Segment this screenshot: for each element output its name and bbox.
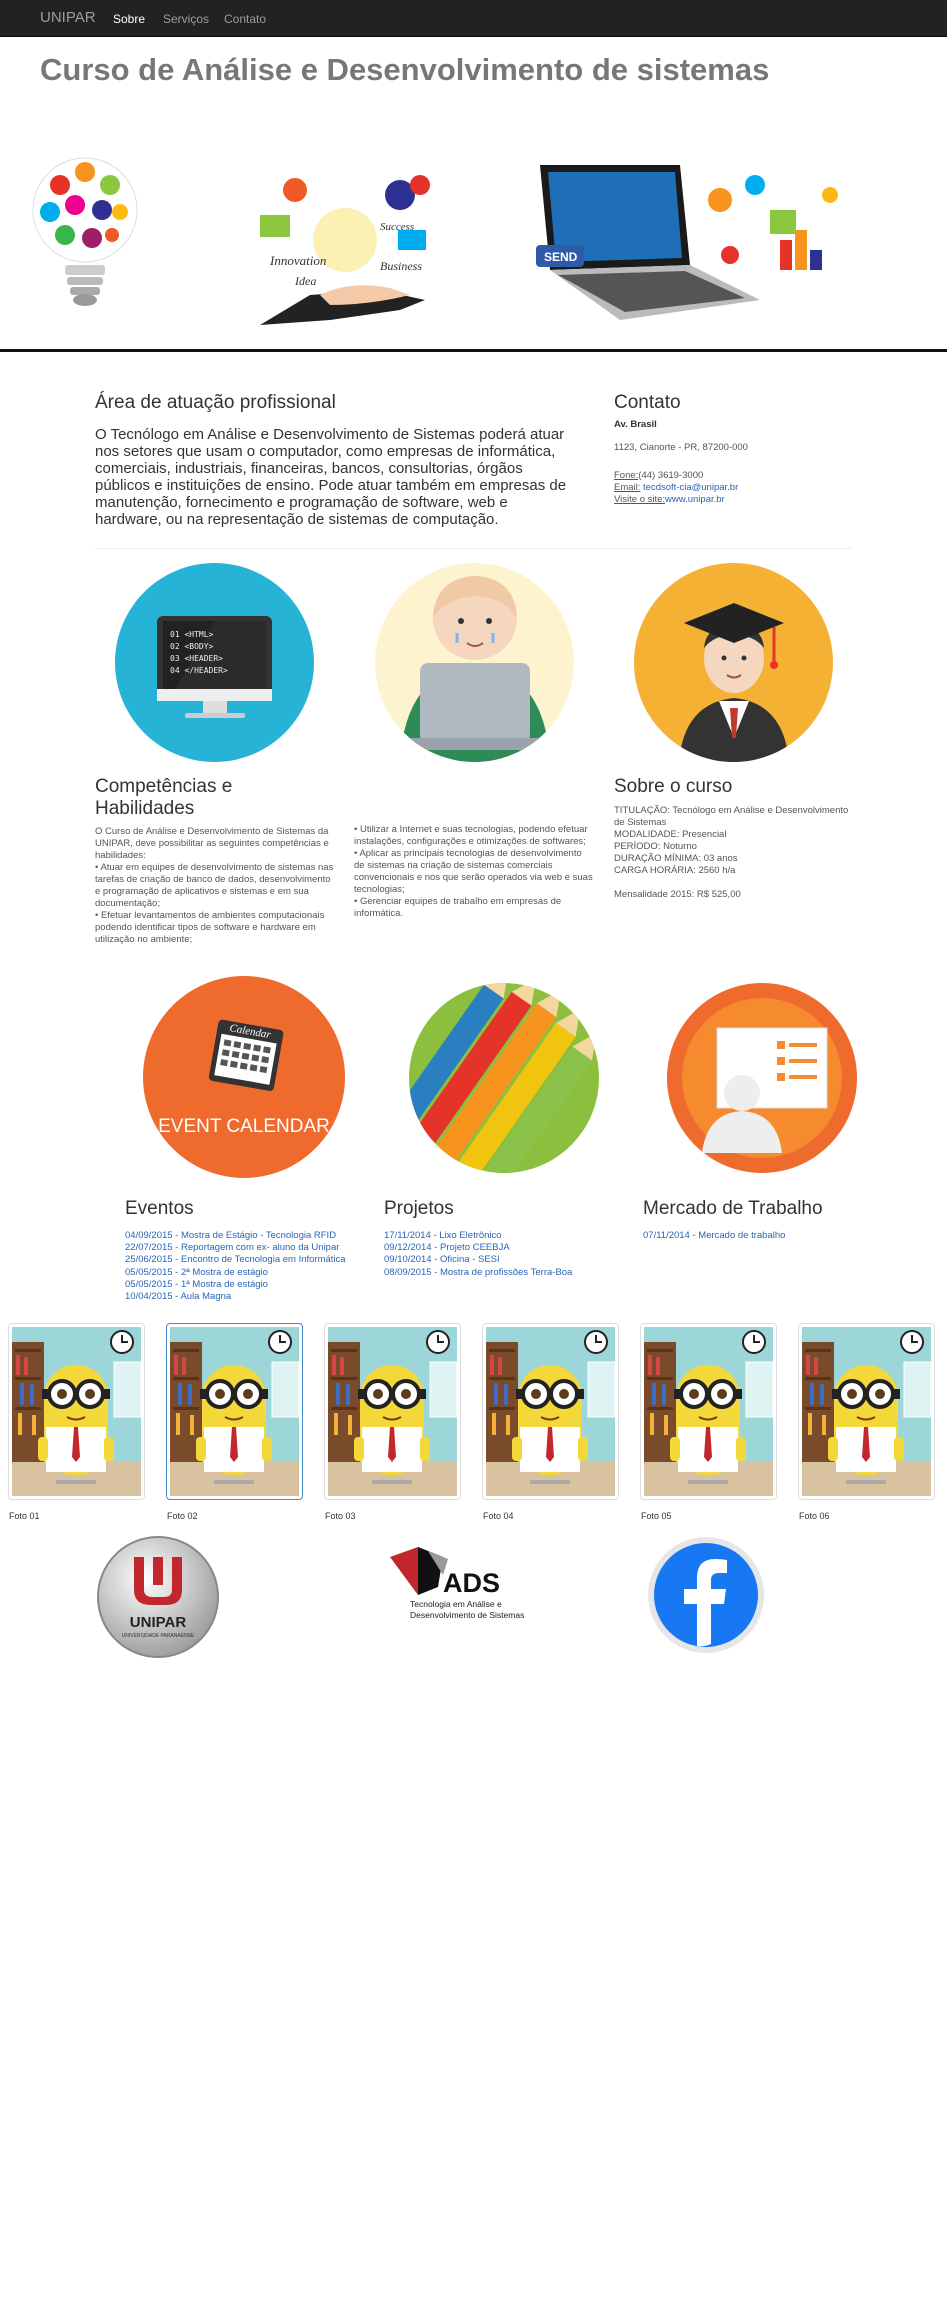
phone-label: Fone: (614, 470, 639, 481)
evento-link[interactable]: 22/07/2015 - Reportagem com ex- aluno da… (125, 1242, 339, 1253)
section-divider (95, 548, 852, 549)
duracao: DURAÇÃO MÍNIMA: 03 anos (614, 853, 738, 864)
graduate-icon (634, 563, 833, 762)
innovation-hand-illustration: Innovation Business Idea Success (250, 160, 440, 330)
photo-caption: Foto 06 (799, 1511, 830, 1521)
laptop-illustration: SEND (530, 160, 850, 330)
svg-text:Desenvolvimento de Sistemas: Desenvolvimento de Sistemas (410, 1610, 524, 1620)
photo-caption: Foto 05 (641, 1511, 672, 1521)
evento-link[interactable]: 25/06/2015 - Encontro de Tecnologia em I… (125, 1254, 346, 1265)
competencias-title: Competências e Habilidades (95, 776, 233, 819)
email-label: Email: (614, 482, 641, 493)
sobre-curso-title: Sobre o curso (614, 776, 733, 797)
evento-link[interactable]: 04/09/2015 - Mostra de Estágio - Tecnolo… (125, 1230, 336, 1241)
projeto-link[interactable]: 09/12/2014 - Projeto CEEBJA (384, 1242, 510, 1253)
site-link[interactable]: www.unipar.br (665, 494, 725, 505)
projeto-link[interactable]: 09/10/2014 - Oficina - SESI (384, 1254, 500, 1265)
projeto-link[interactable]: 17/11/2014 - Lixo Eletrônico (384, 1230, 502, 1241)
nav-contato[interactable]: Contato (224, 12, 266, 26)
projeto-link[interactable]: 08/09/2015 - Mostra de profissões Terra-… (384, 1267, 572, 1278)
svg-text:SEND: SEND (544, 250, 578, 264)
photo-caption: Foto 03 (325, 1511, 356, 1521)
pencils-icon[interactable] (409, 983, 599, 1173)
photo-thumbnail[interactable] (798, 1323, 935, 1500)
photo-caption: Foto 02 (167, 1511, 198, 1521)
photo-caption: Foto 01 (9, 1511, 40, 1521)
phone-value: (44) 3619-3000 (638, 470, 704, 481)
presentation-icon[interactable] (667, 983, 857, 1173)
mensalidade: Mensalidade 2015: R$ 525,00 (614, 889, 741, 900)
titulacao: TITULAÇÃO: Tecnólogo em Análise e Desenv… (614, 805, 849, 828)
nav-servicos[interactable]: Serviços (163, 12, 209, 26)
svg-text:Tecnologia em Análise e: Tecnologia em Análise e (410, 1599, 502, 1609)
evento-link[interactable]: 05/05/2015 - 1ª Mostra de estágio (125, 1279, 268, 1290)
svg-text:Business: Business (380, 259, 422, 273)
mercado-list: 07/11/2014 - Mercado de trabalho (643, 1230, 785, 1242)
competencias-col1: O Curso de Análise e Desenvolvimento de … (95, 826, 334, 945)
contato-email-row: Email: tecdsoft-cia@unipar.br (614, 482, 738, 494)
unipar-logo[interactable]: UNIPAR UNIVERSIDADE PARANAENSE (96, 1535, 220, 1659)
contato-title: Contato (614, 392, 681, 413)
carga-horaria: CARGA HORÁRIA: 2560 h/a (614, 865, 736, 876)
photo-thumbnail[interactable] (640, 1323, 777, 1500)
photo-caption: Foto 04 (483, 1511, 514, 1521)
photo-thumbnail[interactable] (8, 1323, 145, 1500)
code-monitor-icon: 01 <HTML> 02 <BODY> 03 <HEADER> 04 </HEA… (115, 563, 314, 762)
code-line-1: 01 <HTML> (170, 630, 214, 639)
evento-link[interactable]: 05/05/2015 - 2ª Mostra de estágio (125, 1267, 268, 1278)
competencias-col2: • Utilizar a Internet e suas tecnologias… (354, 824, 593, 919)
projetos-list: 17/11/2014 - Lixo Eletrônico 09/12/2014 … (384, 1230, 572, 1279)
ads-logo[interactable]: ADS Tecnologia em Análise e Desenvolvime… (388, 1545, 538, 1630)
photo-thumbnail[interactable] (166, 1323, 303, 1500)
area-text: O Tecnólogo em Análise e Desenvolvimento… (95, 426, 567, 528)
evento-link[interactable]: 10/04/2015 - Aula Magna (125, 1291, 231, 1302)
contato-phone-row: Fone:(44) 3619-3000 (614, 470, 703, 482)
svg-text:ADS: ADS (443, 1568, 500, 1598)
site-label: Visite o site: (614, 494, 666, 505)
svg-text:Idea: Idea (294, 274, 316, 288)
brand-link[interactable]: UNIPAR (40, 9, 96, 26)
area-title: Área de atuação profissional (95, 392, 336, 413)
sobre-curso-details: TITULAÇÃO: Tecnólogo em Análise e Desenv… (614, 805, 859, 901)
eventos-list: 04/09/2015 - Mostra de Estágio - Tecnolo… (125, 1230, 346, 1303)
contato-address: 1123, Cianorte - PR, 87200-000 (614, 442, 748, 453)
photo-thumbnail[interactable] (324, 1323, 461, 1500)
eventos-title: Eventos (125, 1198, 194, 1219)
code-line-2: 02 <BODY> (170, 642, 214, 651)
code-line-4: 04 </HEADER> (170, 666, 228, 675)
svg-text:UNIVERSIDADE PARANAENSE: UNIVERSIDADE PARANAENSE (122, 1633, 195, 1639)
contato-site-row: Visite o site:www.unipar.br (614, 494, 725, 506)
mercado-link[interactable]: 07/11/2014 - Mercado de trabalho (643, 1230, 785, 1241)
svg-text:Innovation: Innovation (269, 253, 326, 268)
svg-text:Success: Success (380, 221, 414, 233)
event-calendar-icon[interactable]: Calendar EVENT CALENDAR (143, 976, 345, 1178)
contato-street: Av. Brasil (614, 419, 657, 430)
modalidade: MODALIDADE: Presencial (614, 829, 727, 840)
facebook-logo-icon[interactable] (647, 1536, 765, 1654)
periodo: PERÍODO: Noturno (614, 841, 697, 852)
nav-sobre[interactable]: Sobre (113, 12, 145, 26)
projetos-title: Projetos (384, 1198, 454, 1219)
photo-thumbnail[interactable] (482, 1323, 619, 1500)
calendar-label: EVENT CALENDAR (158, 1116, 330, 1137)
hero-divider (0, 349, 947, 352)
email-link[interactable]: tecdsoft-cia@unipar.br (643, 482, 738, 493)
page-title: Curso de Análise e Desenvolvimento de si… (40, 52, 770, 87)
code-line-3: 03 <HEADER> (170, 654, 223, 663)
navbar: UNIPAR Sobre Serviços Contato (0, 0, 947, 37)
mercado-title: Mercado de Trabalho (643, 1198, 823, 1219)
student-laptop-icon (375, 563, 574, 762)
lightbulb-illustration (20, 150, 150, 325)
svg-text:UNIPAR: UNIPAR (130, 1614, 187, 1631)
